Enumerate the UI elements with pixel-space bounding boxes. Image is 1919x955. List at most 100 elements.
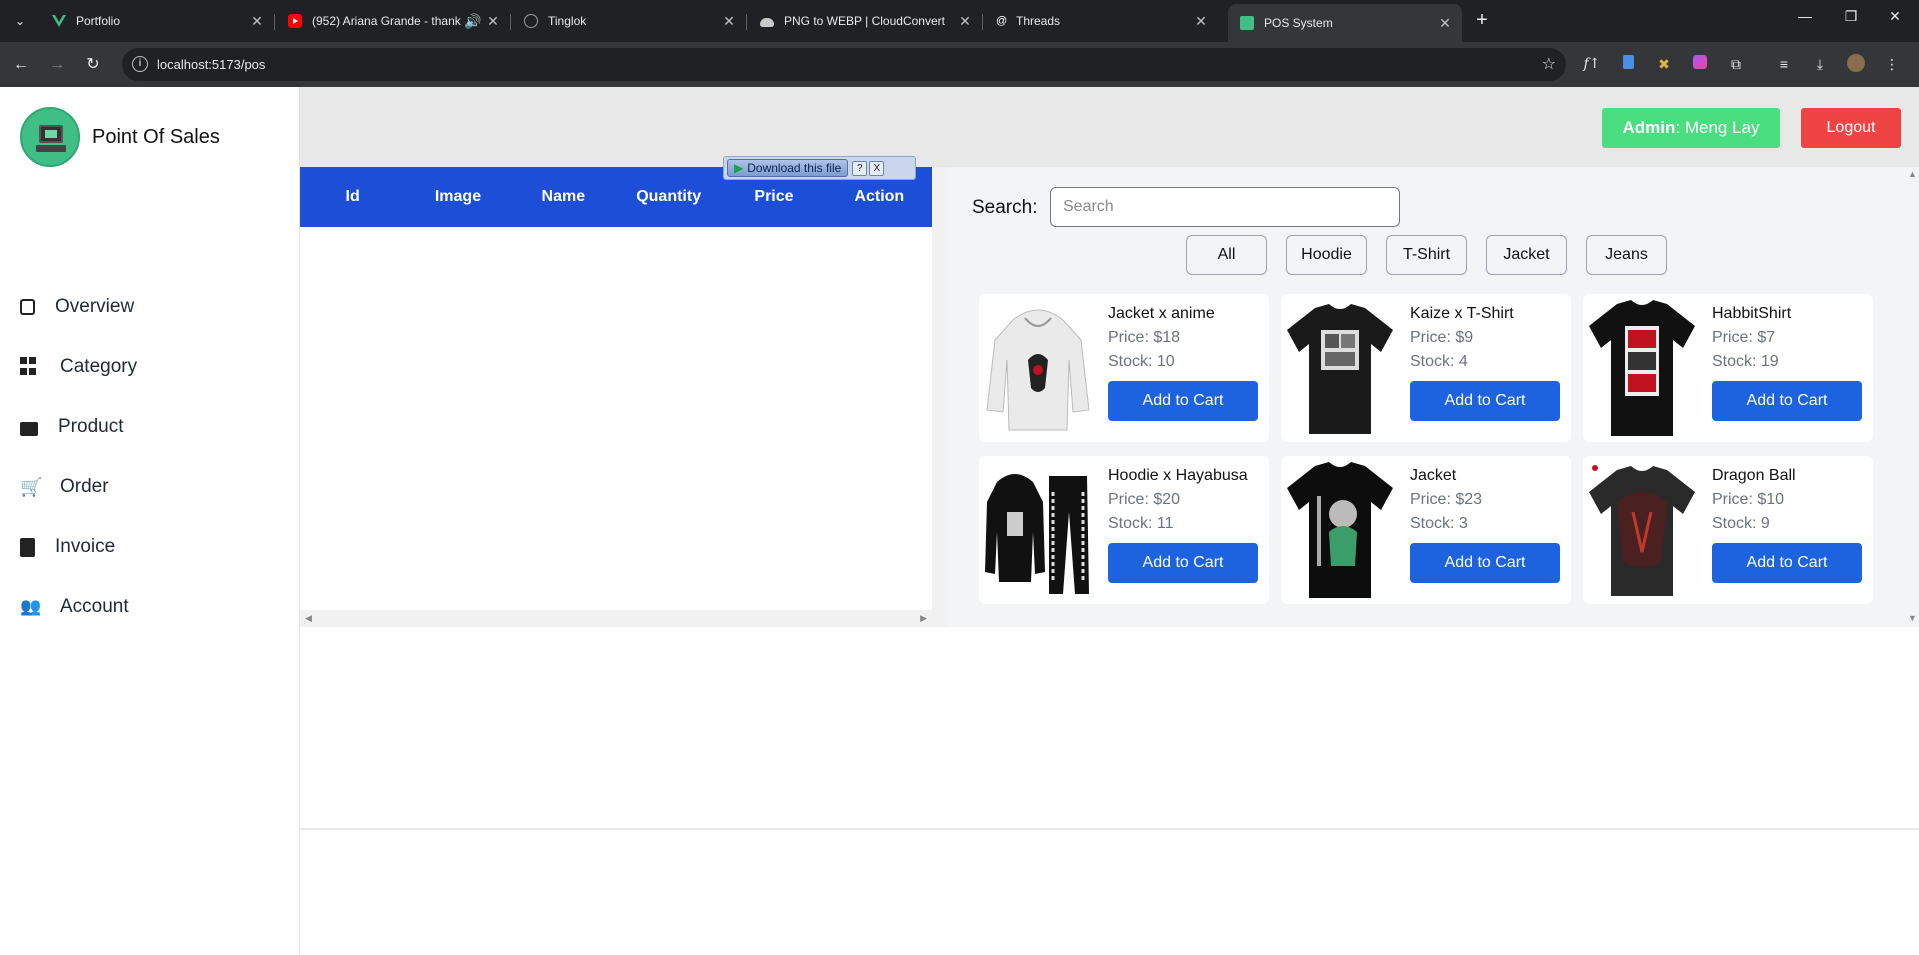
filter-all-button[interactable]: All xyxy=(1186,235,1267,275)
add-to-cart-button[interactable]: Add to Cart xyxy=(1410,543,1560,583)
tab-portfolio[interactable]: Portfolio ✕ xyxy=(40,6,275,36)
divider xyxy=(300,828,1919,830)
cart-panel: Id Image Name Quantity Price Action ◀ ▶ xyxy=(300,167,932,627)
admin-prefix: Admin xyxy=(1622,118,1676,137)
black-tshirt-icon xyxy=(1287,304,1393,434)
profile-avatar-icon[interactable] xyxy=(1846,54,1866,74)
scroll-up-icon[interactable]: ▲ xyxy=(1908,169,1917,179)
sidebar-item-order[interactable]: 🛒 Order xyxy=(20,457,137,517)
add-to-cart-button[interactable]: Add to Cart xyxy=(1108,381,1258,421)
tab-tinglok[interactable]: Tinglok ✕ xyxy=(512,6,747,36)
tab-youtube[interactable]: (952) Ariana Grande - thank 🔊 ✕ xyxy=(276,6,511,36)
logout-button[interactable]: Logout xyxy=(1801,108,1901,148)
add-to-cart-button[interactable]: Add to Cart xyxy=(1712,381,1862,421)
url-text[interactable]: localhost:5173/pos xyxy=(157,57,265,72)
column-header-image: Image xyxy=(434,188,482,205)
tab-threads[interactable]: @ Threads ✕ xyxy=(984,6,1218,36)
media-controls-icon[interactable]: ≡ xyxy=(1774,54,1794,74)
address-bar[interactable]: i localhost:5173/pos ☆ xyxy=(122,48,1566,81)
forward-arrow-icon[interactable]: → xyxy=(44,52,70,78)
dark-tshirt-dragon-icon xyxy=(1589,465,1695,596)
sidebar-item-overview[interactable]: Overview xyxy=(20,277,137,337)
product-price: Price: $10 xyxy=(1712,491,1785,508)
tab-search-chevron-icon[interactable]: ⌄ xyxy=(8,10,32,32)
tab-title: Tinglok xyxy=(548,14,587,28)
youtube-icon xyxy=(288,14,302,28)
filter-tshirt-button[interactable]: T-Shirt xyxy=(1386,235,1467,275)
sidebar-item-product[interactable]: Product xyxy=(20,397,137,457)
download-icon[interactable]: ⤓ xyxy=(1810,54,1830,74)
empty-content-area xyxy=(300,627,1919,955)
column-header-quantity: Quantity xyxy=(636,188,702,205)
close-icon[interactable]: ✕ xyxy=(720,13,738,30)
restore-icon[interactable]: ❐ xyxy=(1836,8,1866,25)
black-hoodie-set-icon xyxy=(985,474,1089,594)
tab-title: PNG to WEBP | CloudConvert xyxy=(784,14,945,28)
search-input[interactable] xyxy=(1050,187,1400,227)
tab-cloudconvert[interactable]: PNG to WEBP | CloudConvert ✕ xyxy=(748,6,983,36)
window-close-icon[interactable]: ✕ xyxy=(1880,8,1910,25)
product-name: Dragon Ball xyxy=(1712,467,1796,484)
filter-jeans-button[interactable]: Jeans xyxy=(1586,235,1667,275)
users-icon: 👥 xyxy=(20,597,42,616)
close-icon[interactable]: ✕ xyxy=(956,13,974,30)
scroll-down-icon[interactable]: ▼ xyxy=(1908,613,1917,623)
product-stock: Stock: 10 xyxy=(1108,353,1175,370)
cart-horizontal-scrollbar[interactable]: ◀ ▶ xyxy=(300,610,932,627)
threads-icon: @ xyxy=(996,15,1008,27)
product-panel: Search: All Hoodie T-Shirt Jacket Jeans … xyxy=(948,167,1919,627)
product-price: Price: $9 xyxy=(1410,329,1474,346)
reload-icon[interactable]: ↻ xyxy=(80,52,106,78)
browser-menu-icon[interactable]: ⋮ xyxy=(1882,54,1902,74)
product-card: Kaize x T-Shirt Price: $9 Stock: 4 Add t… xyxy=(1281,294,1571,442)
cart-icon: 🛒 xyxy=(20,477,43,497)
product-vertical-scrollbar[interactable]: ▲ ▼ xyxy=(1905,167,1919,627)
product-price: Price: $18 xyxy=(1108,329,1181,346)
sidebar-item-category[interactable]: Category xyxy=(20,337,137,397)
scroll-left-icon[interactable]: ◀ xyxy=(305,613,312,624)
sidebar: Point Of Sales Overview Category Product… xyxy=(0,87,300,955)
minimize-icon[interactable]: — xyxy=(1790,8,1820,24)
add-to-cart-button[interactable]: Add to Cart xyxy=(1410,381,1560,421)
close-icon[interactable]: X xyxy=(869,160,885,176)
product-card: Hoodie x Hayabusa Price: $20 Stock: 11 A… xyxy=(979,456,1269,604)
close-icon[interactable]: ✕ xyxy=(1436,15,1454,32)
pos-icon xyxy=(1240,16,1254,30)
back-arrow-icon[interactable]: ← xyxy=(8,52,34,78)
search-document-icon xyxy=(20,299,35,315)
black-tshirt-red-print-icon xyxy=(1589,300,1695,436)
product-stock: Stock: 19 xyxy=(1712,353,1779,370)
product-price: Price: $23 xyxy=(1410,491,1483,508)
sidebar-item-label: Product xyxy=(58,416,124,437)
product-card: Jacket Price: $23 Stock: 3 Add to Cart xyxy=(1281,456,1571,604)
tab-divider xyxy=(510,14,511,30)
new-tab-plus-icon[interactable]: + xyxy=(1470,8,1494,32)
admin-badge[interactable]: Admin : Meng Lay xyxy=(1602,108,1780,148)
tab-divider xyxy=(274,14,275,30)
tools-extension-icon[interactable]: ✖ xyxy=(1654,54,1674,74)
font-extension-icon[interactable]: f↑ xyxy=(1582,54,1602,74)
scroll-right-icon[interactable]: ▶ xyxy=(920,613,927,624)
add-to-cart-button[interactable]: Add to Cart xyxy=(1108,543,1258,583)
sidebar-item-invoice[interactable]: Invoice xyxy=(20,517,137,577)
filter-hoodie-button[interactable]: Hoodie xyxy=(1286,235,1367,275)
product-card: Jacket x anime Price: $18 Stock: 10 Add … xyxy=(979,294,1269,442)
site-info-icon[interactable]: i xyxy=(132,56,148,72)
close-icon[interactable]: ✕ xyxy=(248,13,266,30)
close-icon[interactable]: ✕ xyxy=(484,13,502,30)
docs-extension-icon[interactable] xyxy=(1618,54,1638,74)
puzzle-extensions-icon[interactable]: ⧉ xyxy=(1726,54,1746,74)
sidebar-item-account[interactable]: 👥 Account xyxy=(20,577,137,637)
filter-jacket-button[interactable]: Jacket xyxy=(1486,235,1567,275)
close-icon[interactable]: ✕ xyxy=(1192,13,1210,30)
product-name: Jacket x anime xyxy=(1108,305,1215,322)
bookmark-star-icon[interactable]: ☆ xyxy=(1542,54,1556,74)
download-file-button[interactable]: ▶ Download this file xyxy=(727,159,849,177)
tab-pos-system[interactable]: POS System ✕ xyxy=(1228,4,1462,42)
brand-name: Point Of Sales xyxy=(92,125,220,148)
help-icon[interactable]: ? xyxy=(852,160,868,176)
brand[interactable]: Point Of Sales xyxy=(20,107,220,167)
add-to-cart-button[interactable]: Add to Cart xyxy=(1712,543,1862,583)
speaker-icon[interactable]: 🔊 xyxy=(464,13,482,30)
color-extension-icon[interactable] xyxy=(1690,54,1710,74)
